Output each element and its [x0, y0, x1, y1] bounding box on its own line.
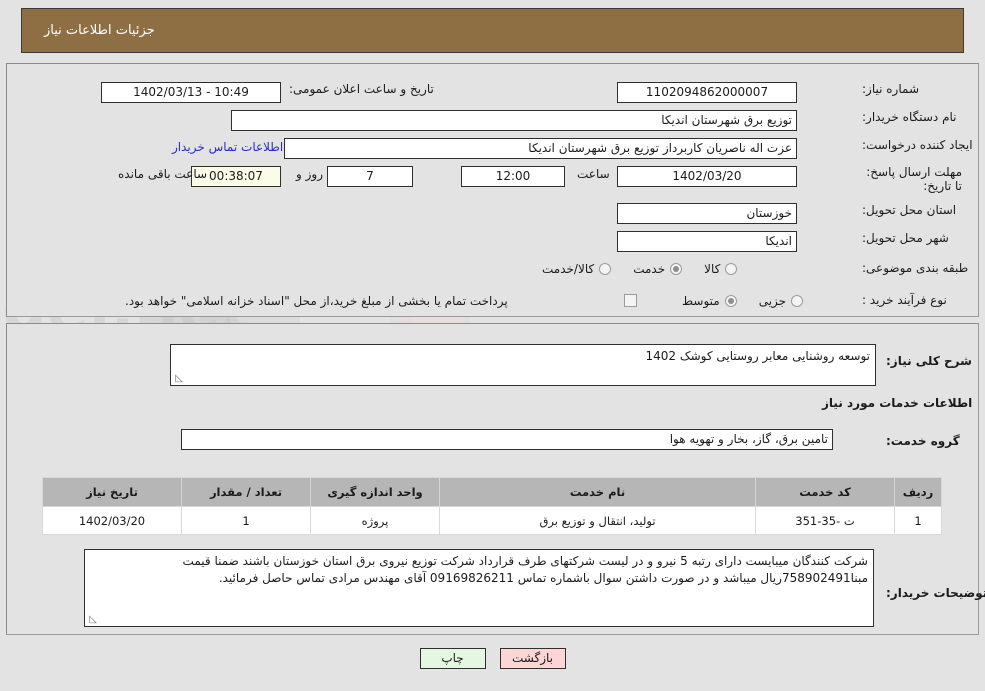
category-option-2[interactable]: کالا/خدمت — [542, 262, 612, 276]
process-option-label: متوسط — [682, 294, 720, 308]
cell-code: ت -35-351 — [755, 506, 895, 535]
province-label: استان محل تحویل: — [862, 203, 957, 217]
summary-textarea[interactable]: توسعه روشنایی معابر روستایی کوشک 1402 ◺ — [170, 344, 876, 386]
province-value: خوزستان — [617, 203, 797, 224]
category-option-0[interactable]: کالا — [704, 262, 738, 276]
city-value: اندیکا — [617, 231, 797, 252]
cell-row: 1 — [894, 506, 942, 535]
col-qty: تعداد / مقدار — [181, 477, 311, 507]
col-unit: واحد اندازه گیری — [310, 477, 440, 507]
category-radio-group[interactable]: کالا خدمت کالا/خدمت — [520, 262, 738, 276]
services-table-wrap: ردیف کد خدمت نام خدمت واحد اندازه گیری ت… — [42, 477, 942, 535]
service-group-label: گروه خدمت: — [886, 434, 960, 448]
table-row: 1 ت -35-351 تولید، انتقال و توزیع برق پر… — [42, 506, 942, 535]
process-radio-0[interactable] — [791, 295, 804, 307]
col-code: کد خدمت — [755, 477, 895, 507]
category-label: طبقه بندی موضوعی: — [862, 261, 969, 275]
announce-datetime-label: تاریخ و ساعت اعلان عمومی: — [289, 82, 434, 96]
page-header: جزئیات اطلاعات نیاز — [21, 8, 964, 53]
col-name: نام خدمت — [439, 477, 756, 507]
city-label: شهر محل تحویل: — [862, 231, 949, 245]
process-option-label: جزیی — [758, 294, 787, 308]
process-option-1[interactable]: متوسط — [682, 294, 737, 308]
summary-label: شرح کلی نیاز: — [886, 354, 972, 368]
col-row: ردیف — [894, 477, 942, 507]
deadline-time-value: 12:00 — [461, 166, 565, 187]
services-heading: اطلاعات خدمات مورد نیاز — [822, 396, 973, 410]
days-label: روز و — [296, 167, 323, 181]
category-radio-1[interactable] — [670, 263, 683, 275]
resize-grip-icon: ◺ — [89, 614, 97, 625]
table-body: 1 ت -35-351 تولید، انتقال و توزیع برق پر… — [42, 506, 942, 535]
service-group-value: تامین برق، گاز، بخار و تهویه هوا — [181, 429, 833, 450]
buyer-org-value: توزیع برق شهرستان اندیکا — [231, 110, 797, 131]
announce-datetime-value: 10:49 - 1402/03/13 — [101, 82, 281, 103]
deadline-date-value: 1402/03/20 — [617, 166, 797, 187]
remaining-hours-label: ساعت باقی مانده — [118, 167, 208, 181]
remaining-days-value: 7 — [327, 166, 413, 187]
category-option-label: خدمت — [633, 262, 666, 276]
treasury-checkbox-label: پرداخت تمام یا بخشی از مبلغ خرید،از محل … — [125, 294, 508, 308]
back-button[interactable]: بازگشت — [499, 648, 566, 669]
creator-value: عزت اله ناصریان کاربرداز توزیع برق شهرست… — [284, 138, 797, 159]
cell-unit: پروژه — [310, 506, 440, 535]
category-radio-2[interactable] — [599, 263, 612, 275]
page-title: جزئیات اطلاعات نیاز — [44, 23, 155, 38]
action-buttons: بازگشت چاپ — [0, 648, 985, 669]
treasury-checkbox[interactable] — [624, 294, 637, 307]
need-number-value: 1102094862000007 — [617, 82, 797, 103]
hour-label: ساعت — [577, 167, 610, 181]
buyer-contact-link[interactable]: اطلاعات تماس خریدار — [172, 140, 283, 154]
process-label: نوع فرآیند خرید : — [862, 293, 947, 307]
notes-text: شرکت کنندگان میبایست دارای رتبه 5 نیرو و… — [182, 554, 868, 585]
services-table: ردیف کد خدمت نام خدمت واحد اندازه گیری ت… — [42, 477, 942, 535]
table-header-row: ردیف کد خدمت نام خدمت واحد اندازه گیری ت… — [42, 477, 942, 507]
buyer-org-label: نام دستگاه خریدار: — [862, 110, 957, 124]
deadline-label: مهلت ارسال پاسخ: تا تاریخ: — [866, 165, 962, 193]
process-radio-group[interactable]: جزیی متوسط — [660, 294, 804, 308]
process-option-0[interactable]: جزیی — [758, 294, 804, 308]
creator-label: ایجاد کننده درخواست: — [862, 138, 973, 152]
notes-label: توضیحات خریدار: — [886, 586, 985, 600]
category-radio-0[interactable] — [725, 263, 738, 275]
notes-textarea[interactable]: شرکت کنندگان میبایست دارای رتبه 5 نیرو و… — [84, 549, 874, 627]
resize-grip-icon: ◺ — [175, 373, 183, 384]
category-option-label: کالا/خدمت — [542, 262, 595, 276]
cell-qty: 1 — [181, 506, 311, 535]
summary-text: توسعه روشنایی معابر روستایی کوشک 1402 — [645, 349, 870, 363]
need-number-label: شماره نیاز: — [862, 82, 919, 96]
col-date: تاریخ نیاز — [42, 477, 182, 507]
cell-name: تولید، انتقال و توزیع برق — [439, 506, 756, 535]
print-button[interactable]: چاپ — [419, 648, 486, 669]
category-option-label: کالا — [704, 262, 721, 276]
process-radio-1[interactable] — [724, 295, 737, 307]
cell-date: 1402/03/20 — [42, 506, 182, 535]
category-option-1[interactable]: خدمت — [633, 262, 683, 276]
